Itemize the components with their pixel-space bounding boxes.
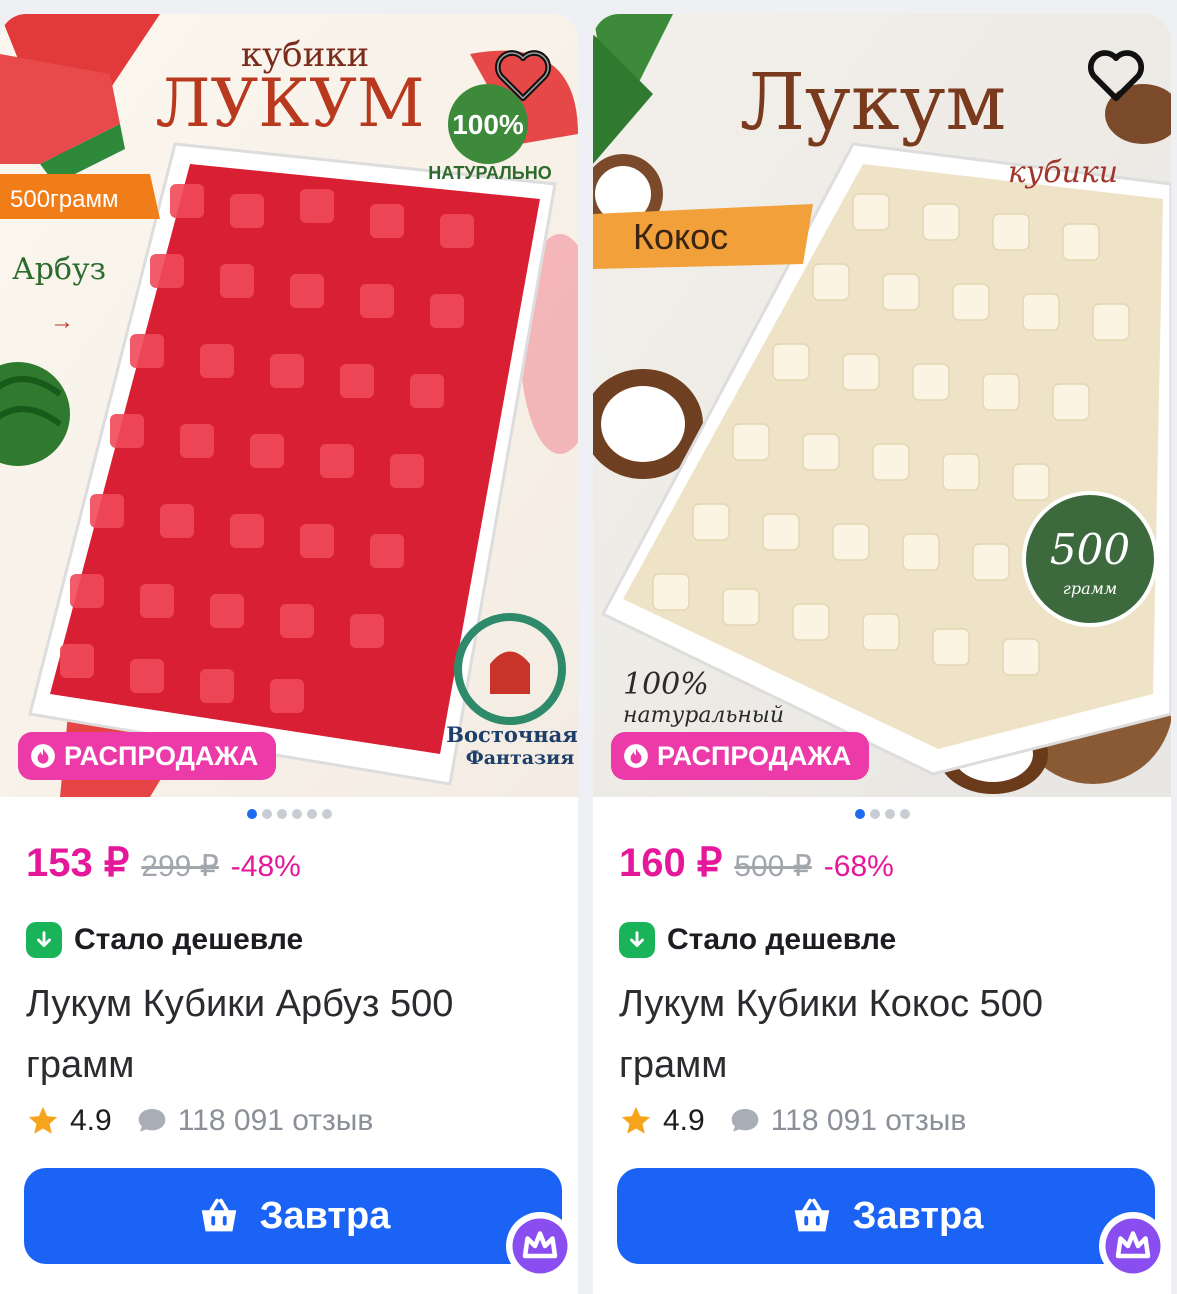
product-card[interactable]: Лукум кубики Кокос 500 грамм 100% натура…: [593, 14, 1171, 1294]
product-photo-watermelon-lukum: кубики ЛУКУМ 500грамм Арбуз → 100% НАТУР…: [0, 14, 578, 797]
favorite-heart-icon[interactable]: [492, 44, 554, 106]
premium-crown-icon[interactable]: [1099, 1212, 1167, 1280]
price-row: 160 ₽ 500 ₽ -68%: [619, 840, 894, 886]
carousel-dot[interactable]: [899, 809, 910, 819]
delivery-button-label: Завтра: [259, 1194, 391, 1237]
comment-icon: [731, 1109, 759, 1132]
basket-icon: [201, 1198, 236, 1232]
image-natural-label: натуральный: [623, 703, 784, 728]
price-drop-label: Стало дешевле: [74, 923, 304, 956]
product-title[interactable]: Лукум Кубики Арбуз 500 грамм: [26, 974, 566, 1096]
product-card[interactable]: кубики ЛУКУМ 500грамм Арбуз → 100% НАТУР…: [0, 14, 578, 1294]
discount-percent: -48%: [230, 850, 301, 883]
arrow-down-icon: [26, 922, 62, 958]
image-weight-badge: 500грамм: [10, 186, 119, 213]
carousel-dot[interactable]: [306, 809, 317, 819]
carousel-dot[interactable]: [276, 809, 287, 819]
image-weight-unit: грамм: [1063, 579, 1117, 598]
product-image[interactable]: кубики ЛУКУМ 500грамм Арбуз → 100% НАТУР…: [0, 14, 578, 797]
review-count[interactable]: 118 091 отзыв: [178, 1104, 374, 1138]
delivery-button-label: Завтра: [852, 1194, 984, 1237]
product-title[interactable]: Лукум Кубики Кокос 500 грамм: [619, 974, 1159, 1096]
carousel-dot[interactable]: [261, 809, 272, 819]
basket-icon: [794, 1198, 829, 1232]
current-price: 153 ₽: [26, 841, 130, 885]
image-flavor: Арбуз: [12, 252, 106, 287]
review-count[interactable]: 118 091 отзыв: [771, 1104, 967, 1138]
image-maker-line2: Фантазия: [466, 747, 575, 769]
sale-badge-label: РАСПРОДАЖА: [657, 740, 852, 771]
carousel-dot[interactable]: [321, 809, 332, 819]
rating-value: 4.9: [70, 1104, 112, 1137]
arrow-down-icon: [619, 922, 655, 958]
product-image[interactable]: Лукум кубики Кокос 500 грамм 100% натура…: [593, 14, 1171, 797]
image-weight: 500: [1050, 525, 1130, 574]
delivery-add-to-cart-button[interactable]: Завтра: [24, 1168, 562, 1264]
svg-text:→: →: [50, 308, 74, 335]
old-price: 500 ₽: [734, 850, 812, 883]
comment-icon: [138, 1109, 166, 1132]
image-brand-big: ЛУКУМ: [155, 65, 424, 142]
image-maker-line1: Восточная: [446, 722, 577, 747]
old-price: 299 ₽: [141, 850, 219, 883]
sale-badge: РАСПРОДАЖА: [18, 732, 277, 780]
rating-row: 4.9 118 091 отзыв: [619, 1104, 966, 1138]
price-drop-notice: Стало дешевле: [619, 922, 896, 958]
premium-crown-icon[interactable]: [506, 1212, 574, 1280]
product-photo-coconut-lukum: Лукум кубики Кокос 500 грамм 100% натура…: [593, 14, 1171, 797]
favorite-heart-icon[interactable]: [1085, 44, 1147, 106]
image-brand-big: Лукум: [740, 58, 1006, 148]
sale-badge-label: РАСПРОДАЖА: [64, 740, 259, 771]
image-carousel-dots[interactable]: [0, 809, 578, 819]
price-drop-label: Стало дешевле: [667, 923, 897, 956]
image-brand-small: кубики: [1008, 155, 1118, 190]
flame-icon: [624, 744, 648, 768]
carousel-dot[interactable]: [884, 809, 895, 819]
star-icon: [28, 1106, 58, 1134]
delivery-add-to-cart-button[interactable]: Завтра: [617, 1168, 1155, 1264]
price-drop-notice: Стало дешевле: [26, 922, 303, 958]
image-natural-percent: 100%: [623, 667, 709, 702]
rating-row: 4.9 118 091 отзыв: [26, 1104, 373, 1138]
current-price: 160 ₽: [619, 841, 723, 885]
rating-value: 4.9: [663, 1104, 705, 1137]
carousel-dot[interactable]: [869, 809, 880, 819]
image-natural-label: НАТУРАЛЬНО: [428, 163, 552, 183]
carousel-dot[interactable]: [246, 809, 257, 819]
discount-percent: -68%: [823, 850, 894, 883]
star-icon: [621, 1106, 651, 1134]
flame-icon: [31, 744, 55, 768]
image-flavor: Кокос: [633, 216, 728, 257]
carousel-dot[interactable]: [854, 809, 865, 819]
price-row: 153 ₽ 299 ₽ -48%: [26, 840, 301, 886]
carousel-dot[interactable]: [291, 809, 302, 819]
image-carousel-dots[interactable]: [593, 809, 1171, 819]
image-natural-percent: 100%: [452, 109, 524, 140]
sale-badge: РАСПРОДАЖА: [611, 732, 870, 780]
